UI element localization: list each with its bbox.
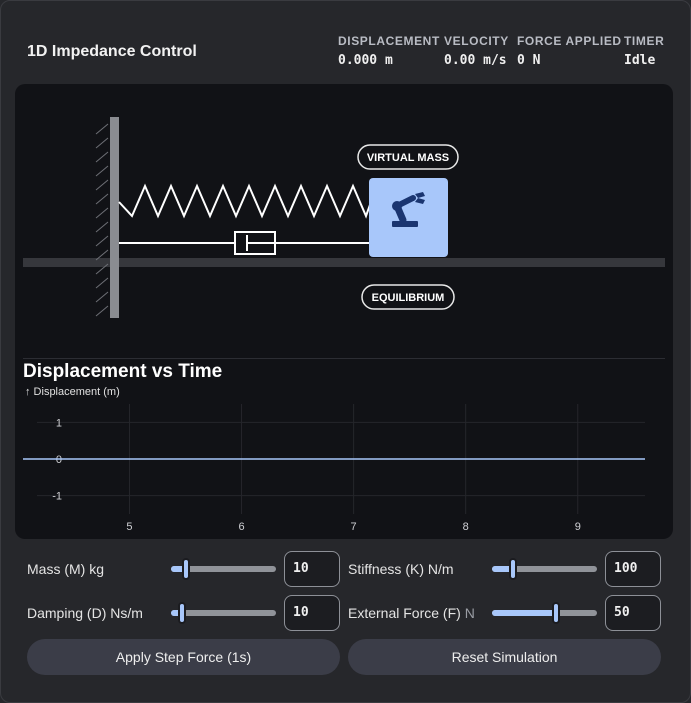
force-label-unit: N (464, 605, 475, 621)
mass-label: Mass (M) kg (27, 561, 104, 577)
chart-x-ticks: 5 6 7 8 9 (126, 521, 580, 533)
apply-step-force-button[interactable]: Apply Step Force (1s) (27, 639, 340, 675)
chart-title: Displacement vs Time (23, 361, 223, 382)
stat-label: DISPLACEMENT (338, 34, 440, 48)
stat-velocity: VELOCITY 0.00 m/s (444, 34, 509, 68)
slider-thumb[interactable] (552, 602, 561, 624)
stat-label: TIMER (624, 34, 665, 48)
stat-label: VELOCITY (444, 34, 509, 48)
chart-y-ticks: 1 0 -1 (52, 417, 62, 502)
stat-displacement: DISPLACEMENT 0.000 m (338, 34, 440, 68)
x-tick-label: 9 (575, 521, 581, 533)
stat-timer: TIMER Idle (624, 34, 664, 68)
mass-slider[interactable] (171, 558, 276, 580)
panel-divider (23, 358, 665, 359)
stat-value: 0.00 m/s (444, 53, 507, 68)
stat-value: Idle (624, 53, 656, 68)
stiffness-input[interactable]: 100 (605, 551, 661, 587)
reset-simulation-button[interactable]: Reset Simulation (348, 639, 661, 675)
x-tick-label: 6 (238, 521, 244, 533)
ground-rail (23, 258, 665, 267)
virtual-mass-label: VIRTUAL MASS (367, 152, 449, 164)
damping-slider[interactable] (171, 602, 276, 624)
stat-value: 0.000 m (338, 53, 393, 68)
slider-thumb[interactable] (177, 602, 186, 624)
mass-spring-damper-scene: VIRTUAL MASS EQUILIBRIUM (23, 117, 665, 318)
stat-label: FORCE APPLIED (517, 34, 622, 48)
x-tick-label: 5 (126, 521, 132, 533)
spring (118, 183, 372, 219)
mass-input[interactable]: 10 (284, 551, 340, 587)
fixed-wall (110, 117, 119, 318)
app-title: 1D Impedance Control (27, 43, 197, 60)
slider-thumb[interactable] (509, 558, 517, 580)
simulation-panel: VIRTUAL MASS EQUILIBRIUM Displacement vs… (15, 84, 673, 539)
stiffness-label: Stiffness (K) N/m (348, 561, 454, 577)
damper (119, 231, 371, 255)
y-tick-label: -1 (52, 491, 62, 503)
equilibrium-label: EQUILIBRIUM (372, 292, 445, 304)
force-slider[interactable] (492, 602, 597, 624)
damping-input[interactable]: 10 (284, 595, 340, 631)
force-label-text: External Force (F) (348, 605, 465, 621)
y-tick-label: 0 (56, 454, 62, 466)
x-tick-label: 7 (351, 521, 357, 533)
wall-hatching (95, 123, 109, 317)
stiffness-slider[interactable] (492, 558, 597, 580)
impedance-control-app: 1D Impedance Control DISPLACEMENT 0.000 … (0, 0, 691, 703)
stat-force: FORCE APPLIED 0 N (517, 34, 622, 68)
y-tick-label: 1 (56, 417, 62, 429)
force-label: External Force (F) N (348, 605, 475, 621)
slider-thumb[interactable] (181, 558, 190, 580)
force-input[interactable]: 50 (605, 595, 661, 631)
x-tick-label: 8 (463, 521, 469, 533)
stat-value: 0 N (517, 53, 541, 68)
virtual-mass-block (369, 178, 448, 257)
damping-label: Damping (D) Ns/m (27, 605, 143, 621)
displacement-chart: 1 0 -1 5 6 7 8 9 (23, 404, 645, 533)
